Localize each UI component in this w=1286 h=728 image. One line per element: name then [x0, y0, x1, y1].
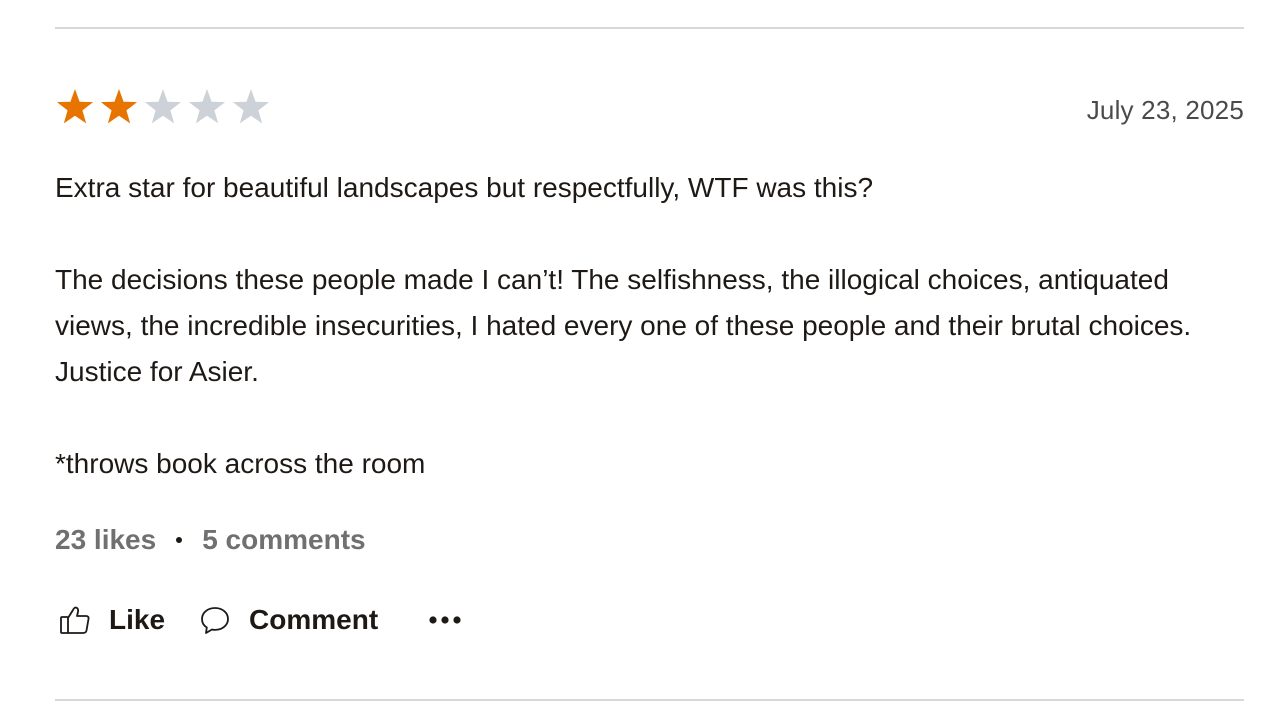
star-filled-icon: [100, 89, 138, 124]
review-body: Extra star for beautiful landscapes but …: [55, 165, 1244, 533]
more-options-button[interactable]: [426, 600, 466, 640]
likes-count-link[interactable]: 23 likes: [55, 524, 156, 556]
comment-button[interactable]: Comment: [195, 600, 378, 640]
review-paragraph: Extra star for beautiful landscapes but …: [55, 172, 874, 203]
review-card: July 23, 2025 Extra star for beautiful l…: [55, 0, 1244, 728]
comment-label: Comment: [249, 604, 379, 635]
bottom-divider: [55, 699, 1244, 701]
star-empty-icon: [232, 89, 270, 124]
review-stats: 23 likes 5 comments: [55, 520, 366, 560]
review-paragraph: *throws book across the room: [55, 448, 426, 479]
star-filled-icon: [56, 89, 94, 124]
review-actions: Like Comment: [55, 600, 466, 640]
like-label: Like: [109, 604, 166, 635]
review-paragraph: The decisions these people made I can’t!…: [55, 264, 1192, 387]
more-options-icon: [426, 600, 466, 640]
like-button[interactable]: Like: [55, 600, 165, 640]
star-empty-icon: [144, 89, 182, 124]
top-divider: [55, 27, 1244, 29]
separator-dot: [176, 537, 183, 543]
review-date: July 23, 2025: [1086, 95, 1244, 125]
star-rating: [55, 87, 271, 127]
star-empty-icon: [188, 89, 226, 124]
comments-count-link[interactable]: 5 comments: [202, 524, 365, 556]
speech-bubble-icon: [195, 600, 235, 640]
thumbs-up-icon: [55, 600, 95, 640]
